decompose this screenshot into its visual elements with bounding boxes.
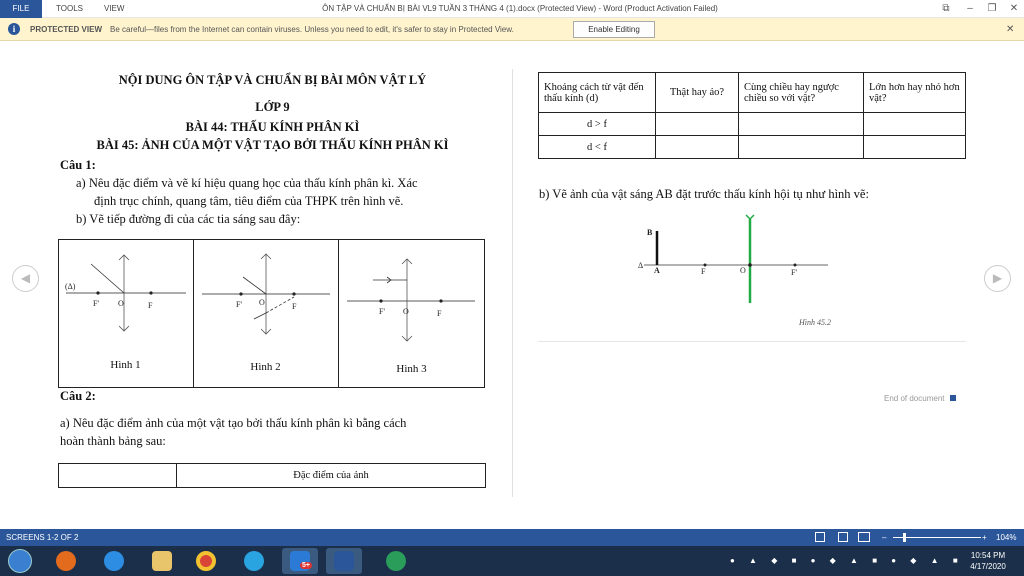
optical-center-label: O: [740, 266, 746, 275]
page-divider: [512, 69, 513, 497]
protected-view-message: Be careful—files from the Internet can c…: [110, 25, 514, 34]
figure2-caption: Hình 2: [250, 361, 281, 373]
view-menu[interactable]: VIEW: [104, 0, 124, 18]
question1-a-line1: a) Nêu đặc điểm và vẽ kí hiệu quang học …: [76, 176, 418, 190]
page-end-line: [538, 341, 966, 342]
diagram-caption: Hình 45.2: [799, 318, 831, 327]
table-cell-empty: [58, 463, 177, 488]
fig1-fprime-label: F': [93, 299, 99, 308]
zoom-level[interactable]: 104%: [996, 529, 1016, 546]
tools-menu[interactable]: TOOLS: [56, 0, 83, 18]
zoom-slider[interactable]: [893, 537, 981, 538]
table-header-image-properties: Đặc điểm của ảnh: [176, 463, 486, 488]
zalo-notification-badge: 5+: [300, 562, 312, 569]
taskbar-chrome-icon[interactable]: [188, 548, 224, 574]
table-cell: [738, 135, 864, 159]
system-tray-icons[interactable]: ● ▲ ◆ ■ ● ◆ ▲ ■ ● ◆ ▲ ■: [730, 546, 964, 576]
enable-editing-button[interactable]: Enable Editing: [573, 21, 655, 38]
question1-b: b) Vẽ tiếp đường đi của các tia sáng sau…: [76, 212, 301, 226]
minimize-icon[interactable]: –: [960, 0, 980, 18]
question1-a-line2: định trục chính, quang tâm, tiêu điểm củ…: [94, 194, 404, 208]
axis-delta-label: Δ: [638, 261, 644, 270]
image-properties-table-top: Đặc điểm của ảnh: [58, 463, 486, 488]
question1-title: Câu 1:: [60, 158, 96, 172]
restore-icon[interactable]: ❐: [982, 0, 1002, 18]
previous-screen-arrow-icon[interactable]: ◀: [12, 265, 39, 292]
image-properties-table: Khoảng cách từ vật đến thấu kính (d) Thậ…: [538, 72, 966, 159]
next-screen-arrow-icon[interactable]: ▶: [984, 265, 1011, 292]
zoom-in-icon[interactable]: +: [982, 529, 987, 546]
fig1-f-label: F: [148, 301, 153, 310]
table-cell: [655, 135, 739, 159]
point-a-label: A: [654, 266, 660, 275]
fig3-f-label: F: [437, 309, 442, 318]
table-cell: [863, 112, 966, 136]
table-cell: [863, 135, 966, 159]
table-cell-d-less-f: d < f: [538, 135, 656, 159]
protected-view-bar: i PROTECTED VIEW Be careful—files from t…: [0, 18, 1024, 41]
taskbar-security-icon[interactable]: [378, 548, 414, 574]
heading-lesson44: BÀI 44: THẤU KÍNH PHÂN KÌ: [185, 120, 360, 134]
fig1-axis-label: (Δ): [65, 282, 76, 291]
window-title: ÔN TẬP VÀ CHUẨN BỊ BÀI VL9 TUẦN 3 THÁNG …: [322, 4, 718, 13]
zoom-slider-thumb[interactable]: [903, 533, 906, 542]
ribbon-display-icon[interactable]: ⧉: [936, 0, 956, 18]
fig2-f-label: F: [292, 302, 297, 311]
table-header-real-virtual: Thật hay ảo?: [655, 72, 739, 113]
screens-indicator: SCREENS 1-2 OF 2: [6, 533, 79, 542]
figure3-caption: Hình 3: [396, 363, 427, 375]
protected-view-label: PROTECTED VIEW: [30, 25, 103, 34]
clock[interactable]: 10:54 PM 4/17/2020: [965, 550, 1011, 572]
clock-time: 10:54 PM: [970, 551, 1006, 560]
table-header-distance: Khoảng cách từ vật đến thấu kính (d): [538, 72, 656, 113]
close-bar-icon[interactable]: ✕: [1006, 18, 1014, 41]
fig1-o-label: O: [118, 299, 124, 308]
taskbar-skype-icon[interactable]: [236, 548, 272, 574]
heading-grade: LỚP 9: [255, 100, 290, 114]
focus-f-label: F: [701, 267, 706, 276]
info-icon: i: [8, 23, 20, 35]
question2-a-line2: hoàn thành bảng sau:: [60, 434, 166, 448]
focus-fprime-label: F': [791, 268, 797, 277]
fig2-fprime-label: F': [236, 300, 242, 309]
title-bar: FILE TOOLS VIEW ÔN TẬP VÀ CHUẨN BỊ BÀI V…: [0, 0, 1024, 18]
taskbar-media-player-icon[interactable]: [48, 548, 84, 574]
print-layout-icon[interactable]: [838, 532, 848, 542]
taskbar-word-icon[interactable]: [326, 548, 362, 574]
heading-main: NỘI DUNG ÔN TẬP VÀ CHUẨN BỊ BÀI MÔN VẬT …: [118, 73, 427, 87]
fig3-fprime-label: F': [379, 307, 385, 316]
taskbar-file-explorer-icon[interactable]: [144, 548, 180, 574]
table-cell: [738, 112, 864, 136]
close-icon[interactable]: ✕: [1004, 0, 1024, 18]
table-cell: [655, 112, 739, 136]
clock-date: 4/17/2020: [970, 562, 1006, 571]
zoom-out-icon[interactable]: –: [882, 529, 886, 546]
status-bar: SCREENS 1-2 OF 2 – + 104%: [0, 529, 1024, 546]
figure1-caption: Hình 1: [110, 359, 141, 371]
taskbar-zalo-icon[interactable]: 5+: [282, 548, 318, 574]
table-cell-d-greater-f: d > f: [538, 112, 656, 136]
end-of-document: End of document: [884, 394, 957, 403]
end-of-document-label: End of document: [884, 394, 945, 403]
taskbar: 5+ ● ▲ ◆ ■ ● ◆ ▲ ■ ● ◆ ▲ ■ 10:54 PM 4/17…: [0, 546, 1024, 576]
question2-title: Câu 2:: [60, 389, 96, 403]
read-mode-icon[interactable]: [815, 532, 825, 542]
lens-diagram: [644, 214, 828, 303]
question2-a-line1: a) Nêu đặc điểm ảnh của một vật tạo bởi …: [60, 416, 407, 430]
web-layout-icon[interactable]: [858, 532, 870, 542]
fig2-o-label: O: [259, 298, 265, 307]
heading-lesson45: BÀI 45: ẢNH CỦA MỘT VẬT TẠO BỞI THẤU KÍN…: [96, 138, 449, 152]
file-tab[interactable]: FILE: [0, 0, 42, 18]
taskbar-internet-explorer-icon[interactable]: [96, 548, 132, 574]
end-marker-icon: [950, 395, 957, 401]
table-header-size: Lớn hơn hay nhỏ hơn vật?: [863, 72, 966, 113]
part-b-text: b) Vẽ ảnh của vật sáng AB đặt trước thấu…: [539, 187, 869, 201]
document-area: ◀ ▶ NỘI DUNG ÔN TẬP VÀ CHUẨN BỊ BÀI MÔN …: [0, 41, 1024, 529]
point-b-label: B: [647, 228, 653, 237]
table-header-orientation: Cùng chiều hay ngược chiều so với vật?: [738, 72, 864, 113]
fig3-o-label: O: [403, 307, 409, 316]
start-button-icon[interactable]: [8, 549, 32, 573]
